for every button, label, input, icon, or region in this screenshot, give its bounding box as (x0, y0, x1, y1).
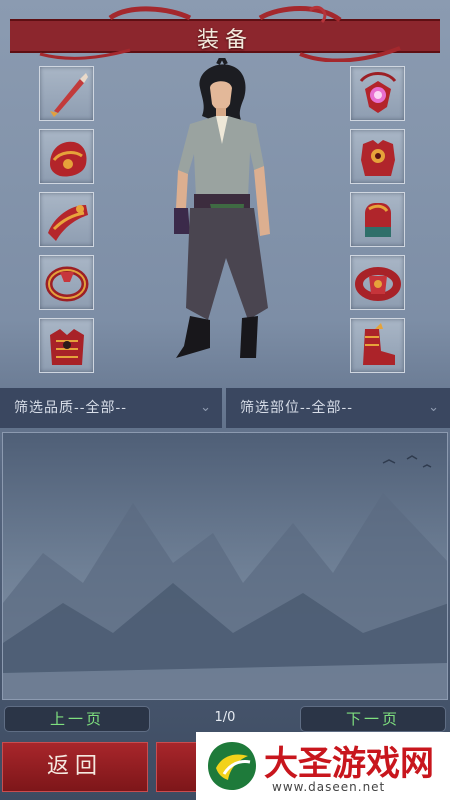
slot-amulet[interactable] (350, 66, 405, 121)
belt-icon (355, 267, 401, 301)
back-button[interactable]: 返回 (2, 742, 148, 792)
next-page-button[interactable]: 下一页 (300, 706, 446, 732)
slot-armor[interactable] (39, 318, 94, 373)
quality-filter-dropdown[interactable]: 筛选品质--全部-- ⌄ (0, 388, 222, 428)
slot-ring[interactable] (39, 255, 94, 310)
chest-armor-icon (50, 329, 84, 365)
helmet-icon (50, 141, 87, 177)
watermark-logo-icon (208, 742, 256, 790)
bracer-icon (365, 203, 391, 237)
page-title: 装备 (196, 28, 253, 53)
gauntlet-icon (48, 205, 88, 241)
dagger-icon (50, 73, 88, 117)
slot-helmet[interactable] (39, 129, 94, 184)
landscape-background (3, 433, 447, 699)
ring-icon (45, 266, 89, 302)
hero-character (174, 58, 270, 358)
page-indicator: 1/0 (214, 710, 236, 725)
slot-filter-dropdown[interactable]: 筛选部位--全部-- ⌄ (226, 388, 450, 428)
slot-belt[interactable] (350, 255, 405, 310)
watermark-url: www.daseen.net (272, 780, 386, 794)
chevron-down-icon: ⌄ (428, 400, 440, 415)
slot-filter-label: 筛选部位--全部-- (240, 400, 353, 416)
chevron-down-icon: ⌄ (200, 400, 212, 415)
slot-body[interactable] (350, 129, 405, 184)
slot-bracer[interactable] (350, 192, 405, 247)
title-banner: 装备 (0, 0, 450, 62)
slot-gauntlet[interactable] (39, 192, 94, 247)
boots-icon (363, 323, 395, 365)
amulet-icon (359, 72, 397, 113)
quality-filter-label: 筛选品质--全部-- (14, 400, 127, 416)
prev-page-button[interactable]: 上一页 (4, 706, 150, 732)
watermark-overlay: 大圣游戏网 www.daseen.net (196, 732, 450, 800)
equipment-list-panel[interactable] (2, 432, 448, 700)
armor-icon (361, 140, 395, 176)
slot-weapon[interactable] (39, 66, 94, 121)
slot-boots[interactable] (350, 318, 405, 373)
watermark-title: 大圣游戏网 (264, 744, 434, 784)
